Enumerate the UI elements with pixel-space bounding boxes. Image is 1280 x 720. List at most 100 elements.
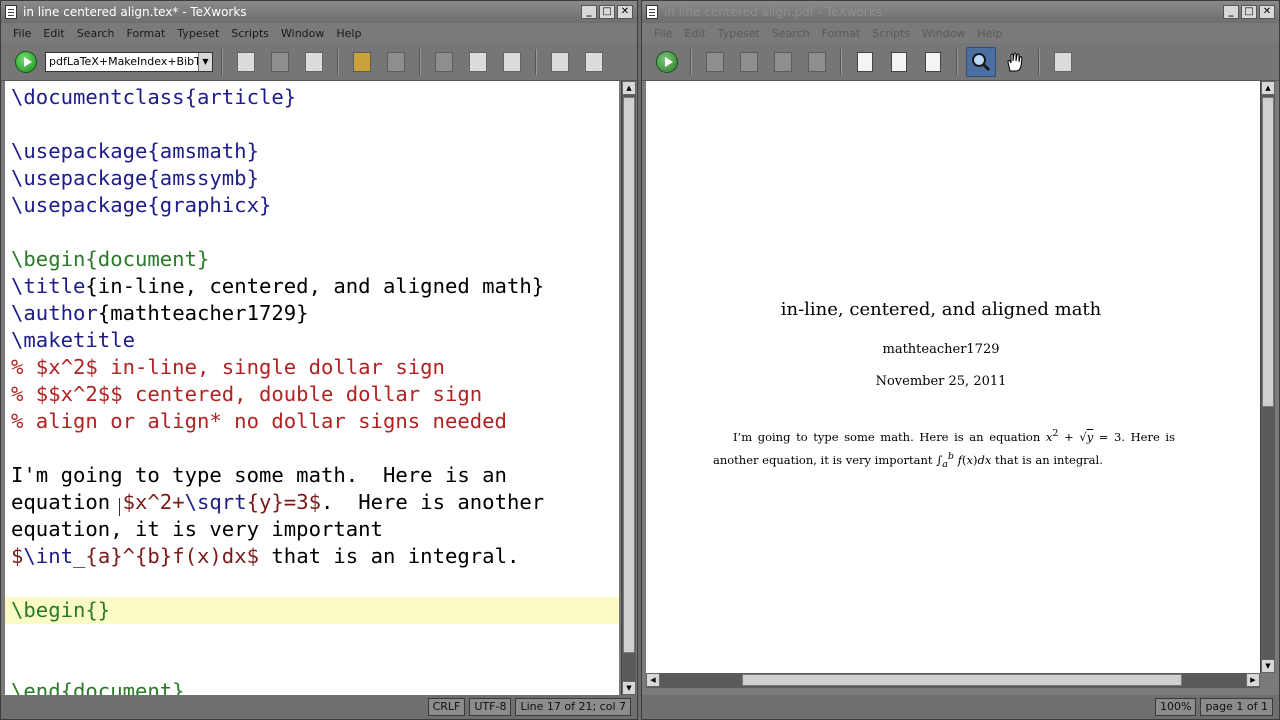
fit-width-button[interactable] — [884, 47, 914, 77]
menu-scripts[interactable]: Scripts — [866, 27, 916, 40]
menu-edit[interactable]: Edit — [37, 27, 70, 40]
source-line[interactable]: \begin{document} — [5, 246, 619, 273]
last-page-button[interactable] — [802, 47, 832, 77]
typeset-button[interactable] — [652, 47, 682, 77]
menu-help[interactable]: Help — [971, 27, 1008, 40]
replace-icon — [585, 51, 603, 72]
menu-format[interactable]: Format — [121, 27, 172, 40]
scrollbar-thumb[interactable] — [742, 674, 1182, 686]
source-line[interactable]: \author{mathteacher1729} — [5, 300, 619, 327]
source-line[interactable] — [5, 624, 619, 651]
source-token: % $x^2$ in-line, single dollar sign — [11, 355, 445, 379]
source-line[interactable] — [5, 570, 619, 597]
source-line[interactable] — [5, 435, 619, 462]
scroll-left-icon[interactable]: ◀ — [646, 673, 660, 687]
editor-statusbar: CRLF UTF-8 Line 17 of 21; col 7 — [1, 695, 637, 719]
source-line[interactable]: \maketitle — [5, 327, 619, 354]
source-token: equation, it is very important — [11, 517, 383, 541]
source-line[interactable]: \usepackage{amsmath} — [5, 138, 619, 165]
replace-button[interactable] — [579, 47, 609, 77]
pdf-preview[interactable]: in-line, centered, and aligned math math… — [646, 81, 1260, 673]
magnify-tool-button[interactable] — [966, 46, 996, 77]
menu-file[interactable]: File — [7, 27, 37, 40]
encoding-indicator[interactable]: UTF-8 — [469, 698, 512, 716]
source-line[interactable]: % $$x^2$$ centered, double dollar sign — [5, 381, 619, 408]
scroll-up-icon[interactable]: ▲ — [1261, 81, 1275, 95]
preview-menubar: File Edit Typeset Search Format Scripts … — [642, 23, 1279, 43]
new-document-button[interactable] — [231, 47, 261, 77]
line-ending-indicator[interactable]: CRLF — [427, 698, 466, 716]
source-line[interactable]: \end{document} — [5, 678, 619, 695]
source-token: . Here is another — [321, 490, 545, 514]
preview-vertical-scrollbar[interactable]: ▲ ▼ — [1260, 81, 1275, 673]
maximize-button[interactable]: □ — [1241, 5, 1257, 19]
next-page-button[interactable] — [768, 47, 798, 77]
menu-typeset[interactable]: Typeset — [712, 27, 766, 40]
undo-button[interactable] — [347, 47, 377, 77]
source-token: {graphicx} — [147, 193, 272, 217]
source-line[interactable]: I'm going to type some math. Here is an — [5, 462, 619, 489]
close-button[interactable]: ✕ — [1259, 5, 1275, 19]
open-button[interactable] — [265, 47, 295, 77]
editor-vertical-scrollbar[interactable]: ▲ ▼ — [621, 81, 636, 695]
source-line[interactable]: \begin{} — [5, 597, 619, 624]
menu-search[interactable]: Search — [766, 27, 816, 40]
menu-edit[interactable]: Edit — [678, 27, 711, 40]
page-indicator: page 1 of 1 — [1200, 698, 1273, 716]
typeset-engine-select[interactable]: pdfLaTeX+MakeIndex+BibTeX ▼ — [45, 51, 213, 72]
source-line[interactable] — [5, 219, 619, 246]
maximize-button[interactable]: □ — [599, 5, 615, 19]
pdf-title: in-line, centered, and aligned math — [780, 299, 1102, 320]
menu-search[interactable]: Search — [71, 27, 121, 40]
minimize-button[interactable]: _ — [581, 5, 597, 19]
source-line[interactable] — [5, 651, 619, 678]
first-page-button[interactable] — [700, 47, 730, 77]
scroll-down-icon[interactable]: ▼ — [1261, 659, 1275, 673]
zoom-indicator[interactable]: 100% — [1154, 698, 1197, 716]
find-button[interactable] — [1048, 47, 1078, 77]
scroll-down-icon[interactable]: ▼ — [622, 681, 636, 695]
minimize-button[interactable]: _ — [1223, 5, 1239, 19]
source-editor[interactable]: \documentclass{article} \usepackage{amsm… — [5, 81, 619, 695]
menu-file[interactable]: File — [648, 27, 678, 40]
source-line[interactable]: % align or align* no dollar signs needed — [5, 408, 619, 435]
fit-width-page-icon — [891, 51, 907, 72]
scrollbar-thumb[interactable] — [623, 97, 635, 653]
copy-button[interactable] — [463, 47, 493, 77]
save-button[interactable] — [299, 47, 329, 77]
menu-format[interactable]: Format — [816, 27, 867, 40]
toolbar-separator — [221, 48, 223, 75]
source-line[interactable]: \title{in-line, centered, and aligned ma… — [5, 273, 619, 300]
source-line[interactable]: equation, it is very important — [5, 516, 619, 543]
find-button[interactable] — [545, 47, 575, 77]
cut-button[interactable] — [429, 47, 459, 77]
preview-horizontal-scrollbar[interactable]: ◀ ▶ — [646, 673, 1260, 688]
source-line[interactable]: \usepackage{amssymb} — [5, 165, 619, 192]
typeset-button[interactable] — [11, 47, 41, 77]
preview-window-title: in line centered align.pdf - TeXworks — [664, 5, 883, 19]
fit-window-page-icon — [925, 51, 941, 72]
menu-typeset[interactable]: Typeset — [171, 27, 225, 40]
source-line[interactable]: \usepackage{graphicx} — [5, 192, 619, 219]
menu-window[interactable]: Window — [275, 27, 330, 40]
previous-page-button[interactable] — [734, 47, 764, 77]
scroll-right-icon[interactable]: ▶ — [1246, 673, 1260, 687]
menu-scripts[interactable]: Scripts — [225, 27, 275, 40]
source-line[interactable]: equation $x^2+\sqrt{y}=3$. Here is anoth… — [5, 489, 619, 516]
close-button[interactable]: ✕ — [617, 5, 633, 19]
scrollbar-thumb[interactable] — [1262, 97, 1274, 407]
source-line[interactable]: $\int_{a}^{b}f(x)dx$ that is an integral… — [5, 543, 619, 570]
scroll-up-icon[interactable]: ▲ — [622, 81, 636, 95]
menu-help[interactable]: Help — [330, 27, 367, 40]
source-line[interactable]: \documentclass{article} — [5, 84, 619, 111]
source-token: \documentclass — [11, 85, 185, 109]
source-line[interactable] — [5, 111, 619, 138]
scroll-tool-button[interactable] — [1000, 47, 1030, 77]
actual-size-button[interactable] — [850, 47, 880, 77]
source-line[interactable]: % $x^2$ in-line, single dollar sign — [5, 354, 619, 381]
fit-window-button[interactable] — [918, 47, 948, 77]
menu-window[interactable]: Window — [916, 27, 971, 40]
paste-button[interactable] — [497, 47, 527, 77]
source-token: {article} — [184, 85, 297, 109]
redo-button[interactable] — [381, 47, 411, 77]
